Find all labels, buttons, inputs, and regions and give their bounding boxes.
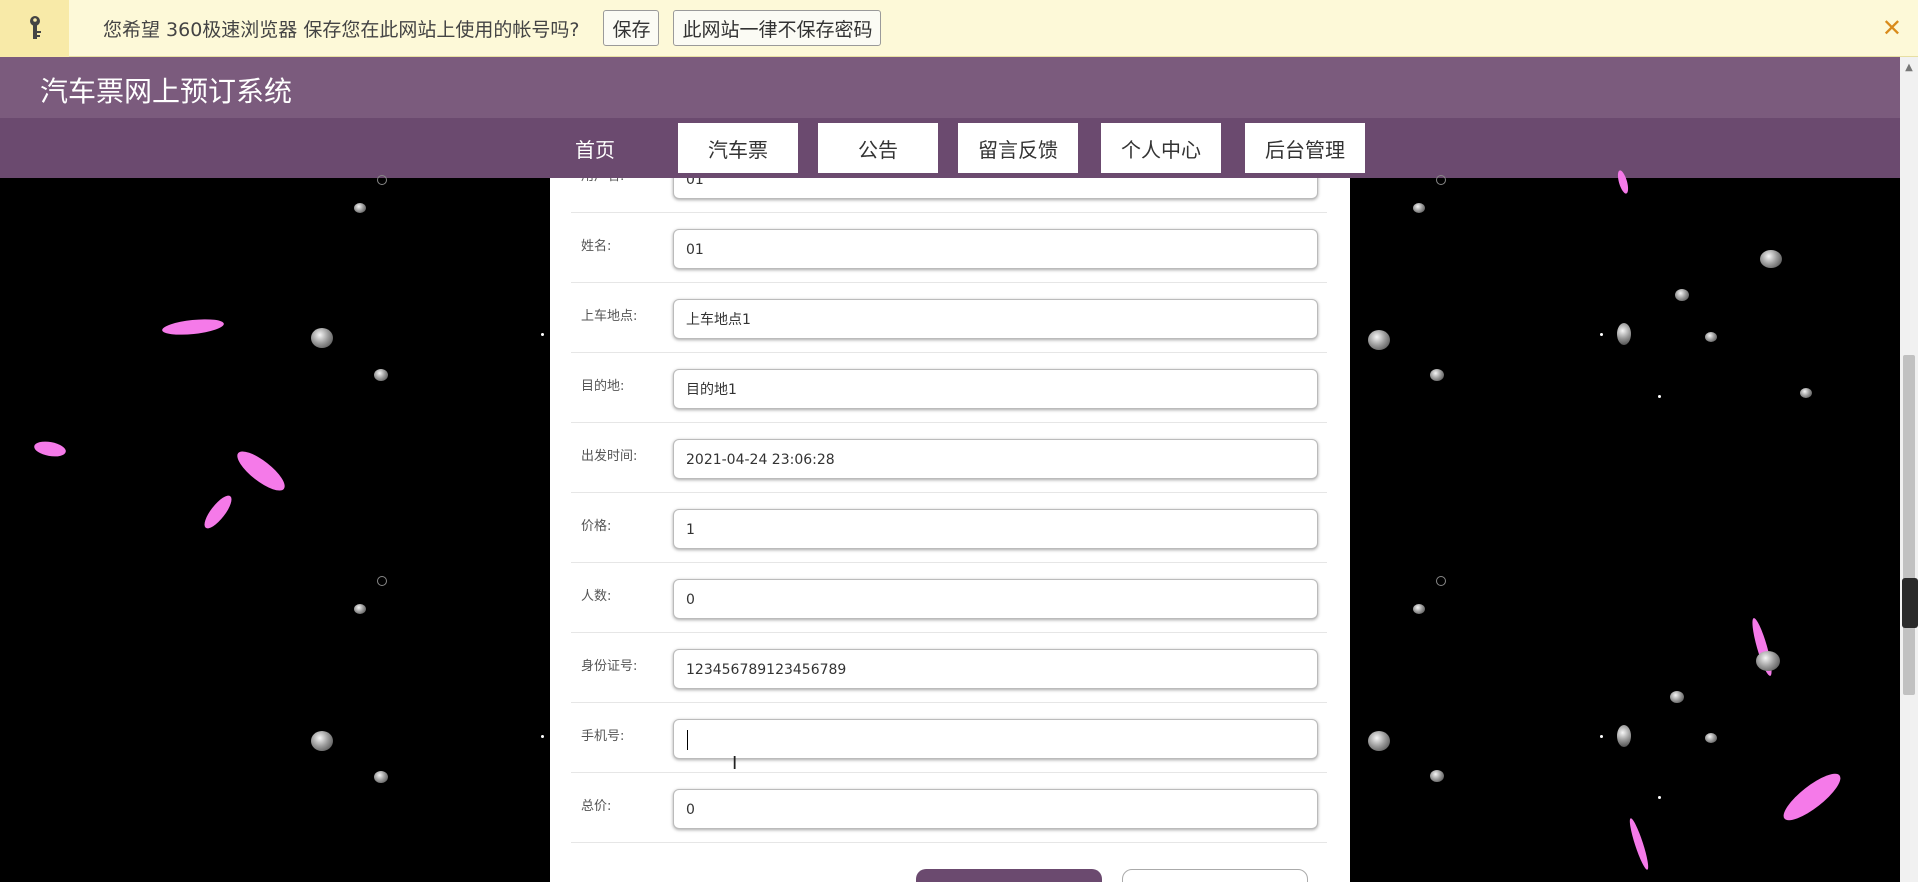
reset-button[interactable] [1122,869,1308,882]
form-row-boarding-point: 上车地点: 上车地点1 [571,282,1327,353]
form-row-id-number: 身份证号: 123456789123456789 [571,632,1327,703]
field-label: 人数: [581,589,612,604]
never-save-password-button[interactable]: 此网站一律不保存密码 [673,10,882,46]
main-nav: 首页 汽车票 公告 留言反馈 个人中心 后台管理 [0,118,1900,178]
boarding-point-field[interactable]: 上车地点1 [673,299,1318,339]
id-number-field[interactable]: 123456789123456789 [673,649,1318,689]
field-label: 总价: [581,799,612,814]
nav-admin[interactable]: 后台管理 [1245,123,1365,173]
nav-feedback[interactable]: 留言反馈 [958,123,1078,173]
field-label: 上车地点: [581,309,638,324]
price-field[interactable]: 1 [673,509,1318,549]
text-caret [687,730,688,750]
nav-bus-tickets[interactable]: 汽车票 [678,123,798,173]
password-save-bar: 您希望 360极速浏览器 保存您在此网站上使用的帐号吗? 保存 此网站一律不保存… [0,0,1918,57]
nav-personal-center[interactable]: 个人中心 [1101,123,1221,173]
scroll-up-icon[interactable]: ▲ [1903,62,1915,73]
form-row-name: 姓名: 01 [571,212,1327,283]
scrollbar-thumb[interactable] [1903,355,1915,695]
username-field[interactable]: 01 [673,178,1318,199]
site-header: 汽车票网上预订系统 [0,57,1900,118]
close-icon[interactable]: ✕ [1882,14,1902,42]
phone-field[interactable]: I [673,719,1318,774]
key-icon [0,0,69,57]
form-row-departure-time: 出发时间: 2021-04-24 23:06:28 [571,422,1327,493]
password-save-message: 您希望 360极速浏览器 保存您在此网站上使用的帐号吗? [103,18,580,41]
save-password-button[interactable]: 保存 [603,10,660,46]
passenger-count-field[interactable]: 0 [673,579,1318,619]
form-row-username: 用户名: 01 [571,178,1327,213]
site-title: 汽车票网上预订系统 [40,75,293,108]
destination-field[interactable]: 目的地1 [673,369,1318,409]
form-row-price: 价格: 1 [571,492,1327,563]
field-label: 姓名: [581,239,612,254]
field-label: 身份证号: [581,659,638,674]
scroll-marker [1902,578,1918,628]
form-row-phone: 手机号: I [571,702,1327,774]
form-row-passenger-count: 人数: 0 [571,562,1327,633]
submit-button[interactable] [916,869,1102,882]
order-form: 用户名: 01 姓名: 01 上车地点: 上车地点1 目的地: 目的地1 出发时… [550,178,1350,882]
field-label: 出发时间: [581,449,638,464]
departure-time-field[interactable]: 2021-04-24 23:06:28 [673,439,1318,479]
total-price-field[interactable]: 0 [673,789,1318,829]
form-row-destination: 目的地: 目的地1 [571,352,1327,423]
field-label: 目的地: [581,379,625,394]
nav-home[interactable]: 首页 [535,123,655,173]
field-label: 价格: [581,519,612,534]
nav-announcements[interactable]: 公告 [818,123,938,173]
form-row-total-price: 总价: 0 [571,772,1327,843]
field-label: 手机号: [581,729,625,744]
field-label: 用户名: [581,178,624,212]
name-field[interactable]: 01 [673,229,1318,269]
